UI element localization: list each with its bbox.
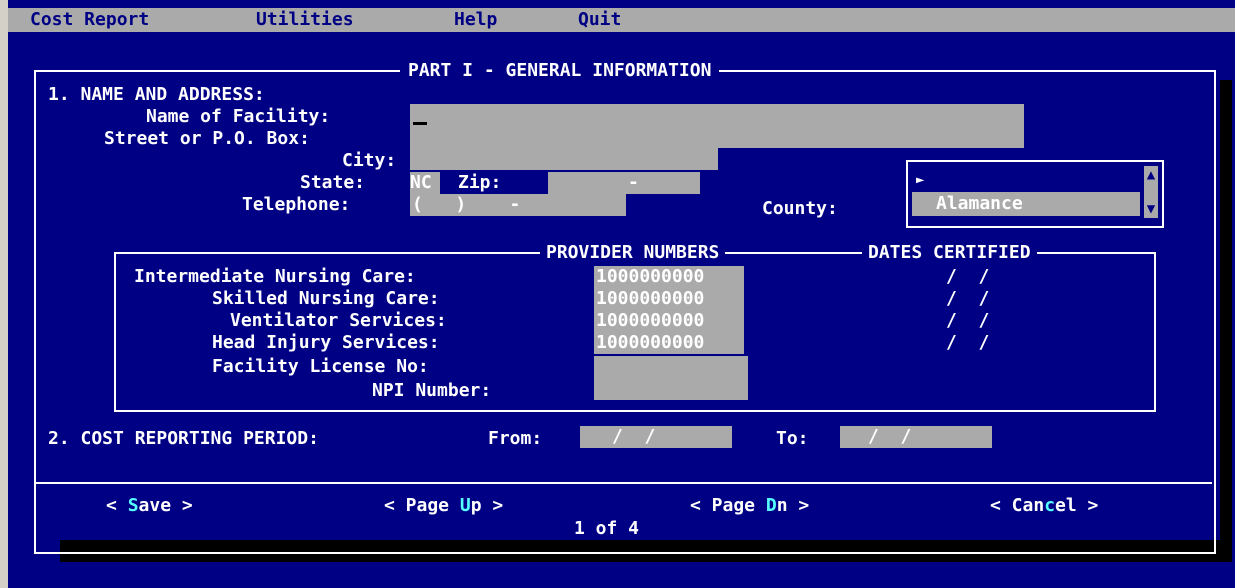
- date-certified-ventilator[interactable]: / /: [946, 310, 989, 332]
- street-field[interactable]: [410, 128, 1024, 148]
- listbox-pointer-icon: ►: [916, 172, 925, 188]
- date-certified-skilled[interactable]: / /: [946, 288, 989, 310]
- label-head-injury: Head Injury Services:: [212, 332, 440, 353]
- provider-number-head-injury[interactable]: 1000000000: [594, 332, 744, 354]
- label-county: County:: [762, 198, 838, 219]
- dialog-shadow-right: [1220, 80, 1232, 562]
- dialog-title: PART I - GENERAL INFORMATION: [400, 60, 720, 82]
- to-date-field[interactable]: / /: [840, 426, 992, 448]
- label-telephone: Telephone:: [242, 194, 351, 215]
- scroll-up-icon[interactable]: ▲: [1144, 168, 1158, 182]
- menu-utilities[interactable]: Utilities: [250, 8, 360, 32]
- date-certified-intermediate[interactable]: / /: [946, 266, 989, 288]
- cancel-button[interactable]: < Cancel >: [990, 494, 1098, 518]
- provider-number-intermediate[interactable]: 1000000000: [594, 266, 744, 288]
- page-indicator: 1 of 4: [566, 518, 648, 540]
- from-date-field[interactable]: / /: [580, 426, 732, 448]
- city-field[interactable]: [410, 148, 718, 170]
- label-intermediate-nursing: Intermediate Nursing Care:: [134, 266, 416, 287]
- label-facility: Name of Facility:: [146, 106, 331, 127]
- label-facility-license: Facility License No:: [212, 356, 429, 377]
- cancel-hotkey: c: [1044, 495, 1056, 516]
- facility-license-field[interactable]: [594, 356, 748, 400]
- page-up-rest: p >: [470, 495, 504, 516]
- cancel-open: < Can: [990, 495, 1045, 516]
- page-up-open: < Page: [384, 495, 460, 516]
- page-down-button[interactable]: < Page Dn >: [690, 494, 809, 518]
- scroll-down-icon[interactable]: ▼: [1144, 202, 1158, 216]
- date-certified-head-injury[interactable]: / /: [946, 332, 989, 354]
- label-from: From:: [488, 428, 543, 449]
- menu-cost-report[interactable]: Cost Report: [24, 8, 155, 32]
- county-listbox[interactable]: ► Alamance ▲ ▼: [906, 160, 1164, 228]
- county-scrollbar[interactable]: ▲ ▼: [1144, 166, 1158, 218]
- window-left-edge: [0, 0, 8, 588]
- page-down-hotkey: D: [765, 495, 777, 516]
- label-skilled-nursing: Skilled Nursing Care:: [212, 288, 440, 309]
- telephone-field[interactable]: ( ) -: [410, 194, 626, 216]
- state-field[interactable]: NC: [410, 172, 440, 194]
- dos-screen: Cost Report Utilities Help Quit PART I -…: [0, 0, 1235, 588]
- provider-numbers-title: PROVIDER NUMBERS: [540, 242, 726, 264]
- button-separator: [36, 482, 1212, 484]
- text-cursor: [413, 122, 427, 125]
- county-selected-option[interactable]: Alamance: [912, 192, 1140, 216]
- page-up-button[interactable]: < Page Up >: [384, 494, 503, 518]
- save-button-open: <: [106, 495, 128, 516]
- save-hotkey: S: [127, 495, 139, 516]
- cancel-rest: el >: [1055, 495, 1099, 516]
- zip-label: Zip:: [440, 172, 548, 194]
- label-ventilator: Ventilator Services:: [230, 310, 447, 331]
- label-street: Street or P.O. Box:: [104, 128, 310, 149]
- label-to: To:: [776, 428, 809, 449]
- dates-certified-title: DATES CERTIFIED: [862, 242, 1037, 264]
- provider-number-ventilator[interactable]: 1000000000: [594, 310, 744, 332]
- page-up-hotkey: U: [459, 495, 471, 516]
- label-state: State:: [300, 172, 366, 193]
- label-city: City:: [342, 150, 397, 171]
- save-button-rest: ave >: [138, 495, 193, 516]
- save-button[interactable]: < Save >: [106, 494, 193, 518]
- menu-help[interactable]: Help: [448, 8, 503, 32]
- section-cost-reporting-period: 2. COST REPORTING PERIOD:: [48, 428, 319, 449]
- county-selected-text: Alamance: [936, 193, 1023, 214]
- label-npi: NPI Number:: [372, 380, 492, 401]
- page-down-open: < Page: [690, 495, 766, 516]
- menu-quit[interactable]: Quit: [572, 8, 627, 32]
- page-down-rest: n >: [776, 495, 810, 516]
- section-name-address: 1. NAME AND ADDRESS:: [48, 84, 265, 105]
- zip-field[interactable]: -: [548, 172, 700, 194]
- provider-number-skilled[interactable]: 1000000000: [594, 288, 744, 310]
